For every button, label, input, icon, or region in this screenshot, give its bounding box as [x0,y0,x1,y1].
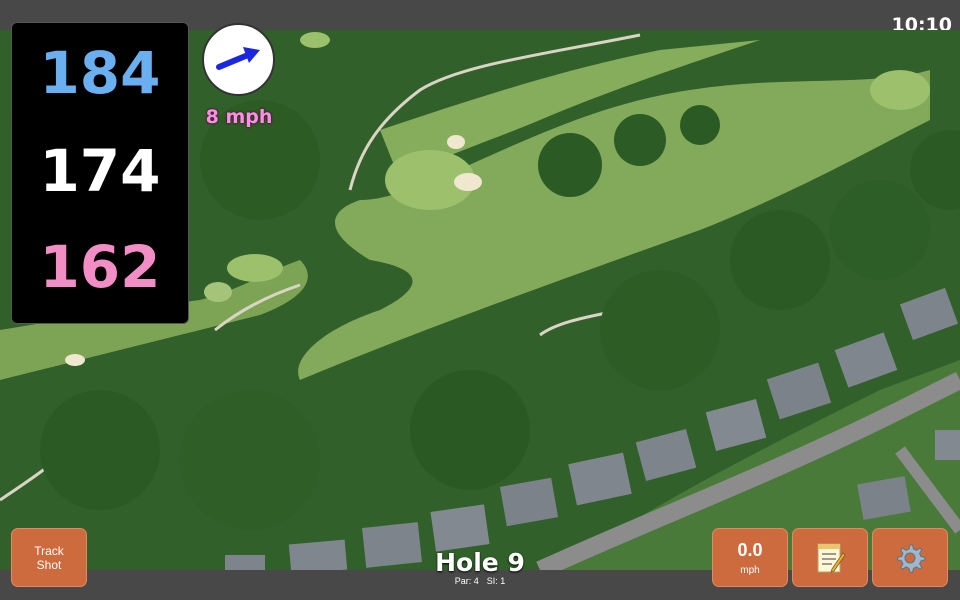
notes-button[interactable] [792,528,868,587]
distance-panel: 184 174 162 [11,22,189,324]
hole-stroke-index: SI: 1 [486,576,506,586]
middle-distance: 174 [39,137,161,205]
notepad-icon [817,543,846,573]
hole-title: Hole 9 [435,548,525,577]
speed-value: 0.0 [737,539,763,560]
speed-button[interactable]: 0.0 mph [712,528,788,587]
back-distance: 184 [39,39,161,107]
front-distance: 162 [39,233,161,301]
speed-unit: mph [740,564,760,576]
track-shot-label-line2: Shot [36,557,62,572]
arrow-icon [216,47,260,70]
wind-speed: 8 mph [205,106,273,128]
hole-info: Par: 4 SI: 1 [380,576,580,586]
settings-button[interactable] [872,528,948,587]
hole-par: Par: 4 [454,576,479,586]
gear-icon [897,544,926,573]
track-shot-label-line1: Track [34,543,64,558]
wind-direction-dial [202,23,275,96]
track-shot-button[interactable]: Track Shot [11,528,87,587]
